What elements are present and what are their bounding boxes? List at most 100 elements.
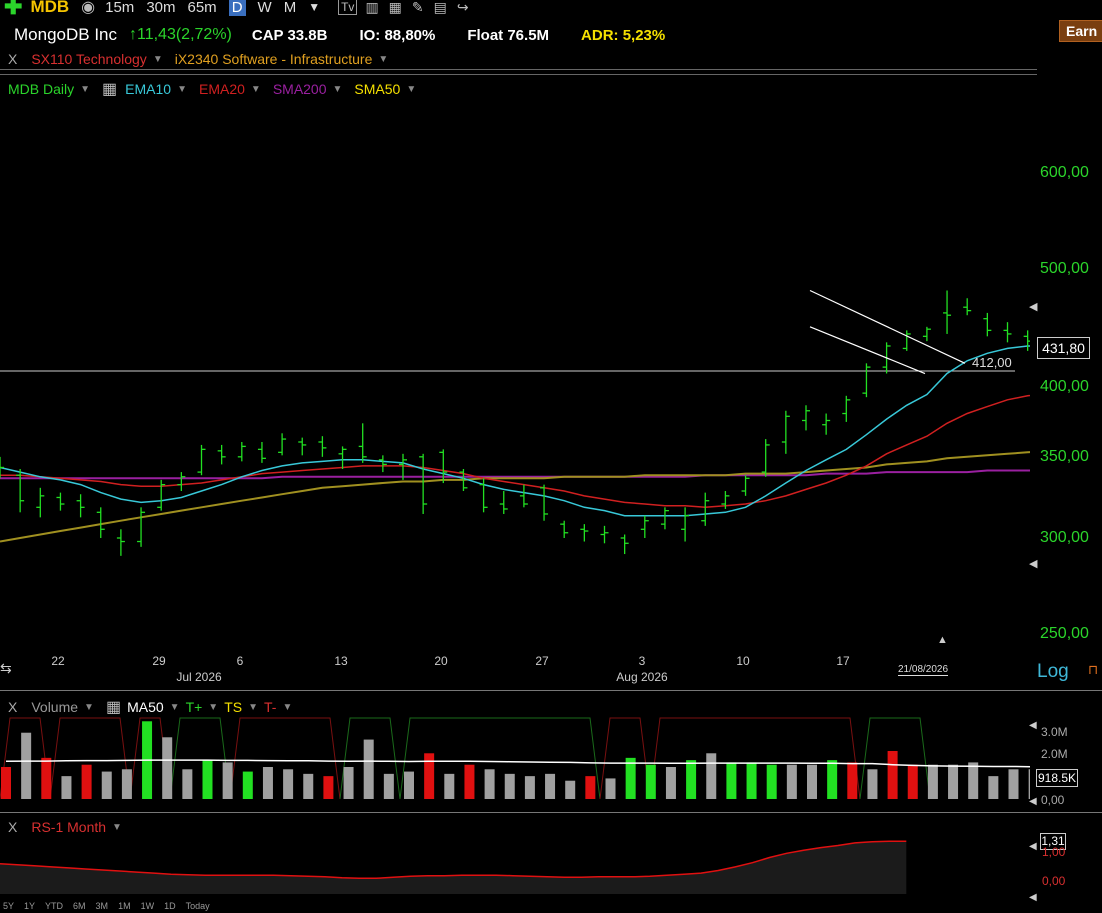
volume-arrow-icon[interactable]: ◀ [1029,720,1037,731]
sma50-dropdown-icon[interactable]: ▼ [406,84,416,95]
sector-dropdown-icon[interactable]: ▼ [153,54,163,65]
ts-label[interactable]: TS [224,699,242,715]
grid-icon[interactable]: ▦ [102,79,117,99]
volume-arrow-icon-2[interactable]: ◀ [1029,796,1037,807]
price-chart[interactable] [0,100,1030,660]
rs-arrow-icon-2[interactable]: ◀ [1029,892,1037,903]
sector-link[interactable]: SX110 Technology [31,51,146,67]
interval-65m[interactable]: 65m [188,0,217,16]
calculator-icon[interactable]: ▦ [389,0,402,16]
axis-arrow-left-icon-2[interactable]: ◀ [1029,557,1037,570]
period-1w[interactable]: 1W [141,901,155,911]
tv-icon[interactable]: Tv [338,0,358,15]
volume-close-button[interactable]: X [8,699,17,715]
price-tick-250: 250,00 [1040,625,1089,642]
volume-bar [242,771,253,799]
expand-icon[interactable]: ⇆ [0,660,12,677]
volume-current-box: 918.5K [1036,769,1078,787]
main-series-label[interactable]: MDB Daily [8,81,74,97]
main-dropdown-icon[interactable]: ▼ [80,84,90,95]
header-stats: MongoDB Inc ↑11,43(2,72%) CAP 33.8B IO: … [14,24,665,46]
adr: ADR: 5,23% [581,26,666,44]
volume-bar [363,739,374,799]
volume-ma-dropdown-icon[interactable]: ▼ [170,702,180,713]
ts-dropdown-icon[interactable]: ▼ [248,702,258,713]
earnings-button[interactable]: Earn [1059,20,1102,42]
sector-close-button[interactable]: X [8,51,17,67]
rs-arrow-icon[interactable]: ◀ [1029,841,1037,852]
rs-chart[interactable] [0,826,1030,896]
ema10-dropdown-icon[interactable]: ▼ [177,84,187,95]
ema20-dropdown-icon[interactable]: ▼ [251,84,261,95]
volume-ma-label[interactable]: MA50 [127,699,164,715]
volume-bar [605,778,616,799]
volume-tick-3m: 3.0M [1041,725,1068,739]
date-tick: 17 [836,654,850,668]
price-change: ↑11,43(2,72%) [129,26,232,43]
t-plus-label[interactable]: T+ [186,699,203,715]
period-6m[interactable]: 6M [73,901,86,911]
price-tick-300: 300,00 [1040,529,1089,546]
sma50-label[interactable]: SMA50 [354,81,400,97]
bars-icon[interactable]: ▥ [365,0,378,16]
ema10-label[interactable]: EMA10 [125,81,171,97]
pencil-icon[interactable]: ✎ [412,0,424,16]
log-scale-toggle[interactable]: Log [1037,661,1069,683]
ema20-line [0,394,1030,509]
volume-bar [645,764,656,799]
volume-bar [948,764,959,799]
volume-bar [383,773,394,799]
interval-30m[interactable]: 30m [146,0,175,16]
volume-chart[interactable] [0,714,1030,804]
volume-ma50-line [5,759,1030,768]
industry-dropdown-icon[interactable]: ▼ [378,54,388,65]
volume-bar [404,771,414,799]
ema20-label[interactable]: EMA20 [199,81,245,97]
institutional-ownership: IO: 88,80% [359,26,436,44]
date-tick: 20 [434,654,448,668]
period-1d[interactable]: 1D [164,901,176,911]
volume-bar [464,764,475,799]
sma200-label[interactable]: SMA200 [273,81,327,97]
period-5y[interactable]: 5Y [3,901,14,911]
volume-bar [21,732,32,799]
share-icon[interactable]: ↪ [457,0,469,16]
date-tick: 27 [535,654,549,668]
period-monthly[interactable]: M [284,0,297,16]
axis-up-icon[interactable]: ▲ [937,634,948,646]
sma200-dropdown-icon[interactable]: ▼ [333,84,343,95]
period-weekly[interactable]: W [258,0,272,16]
eye-icon[interactable]: ◉ [81,0,95,17]
volume-label[interactable]: Volume [31,699,78,715]
volume-bar [162,737,173,799]
date-tick: 22 [51,654,65,668]
period-dropdown-icon[interactable]: ▼ [308,0,320,14]
volume-bar [887,751,898,799]
period-1m[interactable]: 1M [118,901,131,911]
industry-link[interactable]: iX2340 Software - Infrastructure [175,51,373,67]
volume-bar [766,764,777,799]
volume-tick-0: 0,00 [1041,793,1065,807]
period-daily[interactable]: D [228,0,246,16]
volume-dropdown-icon[interactable]: ▼ [84,702,94,713]
period-shortcuts: 5Y 1Y YTD 6M 3M 1M 1W 1D Today [3,901,210,911]
t-plus-dropdown-icon[interactable]: ▼ [208,702,218,713]
period-3m[interactable]: 3M [96,901,109,911]
symbol-label[interactable]: MDB [30,0,69,17]
notes-icon[interactable]: ▤ [434,0,447,16]
add-symbol-icon[interactable]: ✚ [4,0,22,18]
t-minus-label[interactable]: T- [264,699,276,715]
axis-arrow-left-icon[interactable]: ◀ [1029,300,1037,313]
period-ytd[interactable]: YTD [45,901,63,911]
market-cap: CAP 33.8B [251,26,328,44]
month-tick: Jul 2026 [176,670,222,684]
t-minus-dropdown-icon[interactable]: ▼ [282,702,292,713]
lock-icon[interactable]: ⊓ [1088,662,1098,678]
date-tick: 13 [334,654,348,668]
interval-15m[interactable]: 15m [105,0,134,16]
period-today[interactable]: Today [186,901,210,911]
volume-bar [907,764,918,799]
volume-bar [1,767,11,799]
period-1y[interactable]: 1Y [24,901,35,911]
volume-bar [343,767,354,799]
